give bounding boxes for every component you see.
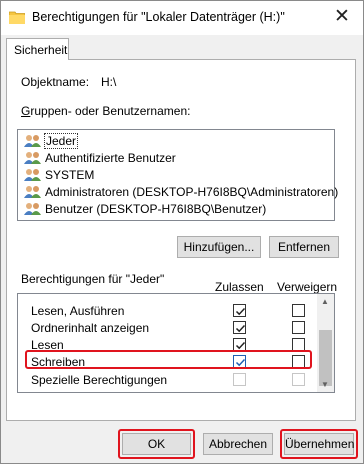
remove-button[interactable]: Entfernen bbox=[269, 236, 339, 258]
object-name-label: Objektname: bbox=[21, 75, 90, 89]
users-icon bbox=[24, 135, 41, 147]
scroll-up-icon[interactable]: ▲ bbox=[321, 297, 329, 306]
close-icon[interactable]: ✕ bbox=[331, 6, 353, 28]
groups-listbox[interactable]: Jeder Authentifizierte Benutzer SYSTEM A… bbox=[17, 129, 339, 221]
highlight-apply bbox=[280, 429, 358, 459]
permissions-dialog: Berechtigungen für "Lokaler Datenträger … bbox=[0, 0, 364, 464]
permission-row: Lesen, Ausführen bbox=[18, 302, 318, 320]
permissions-list: Lesen, Ausführen Ordnerinhalt anzeigen L… bbox=[17, 293, 335, 393]
permission-label: Spezielle Berechtigungen bbox=[31, 373, 168, 387]
list-item-label: Jeder bbox=[43, 133, 79, 149]
allow-checkbox[interactable] bbox=[233, 321, 246, 334]
users-icon bbox=[24, 186, 41, 198]
permission-label: Lesen, Ausführen bbox=[31, 304, 125, 318]
highlight-ok bbox=[118, 429, 195, 459]
users-icon bbox=[24, 169, 41, 181]
title-bar: Berechtigungen für "Lokaler Datenträger … bbox=[1, 1, 363, 35]
allow-checkbox[interactable] bbox=[233, 304, 246, 317]
permission-row: Ordnerinhalt anzeigen bbox=[18, 319, 318, 337]
users-icon bbox=[24, 152, 41, 164]
list-item-label: SYSTEM bbox=[45, 168, 95, 182]
list-item-label: Authentifizierte Benutzer bbox=[45, 151, 176, 165]
allow-column-header: Zulassen bbox=[215, 280, 264, 294]
tab-security-label: Sicherheit bbox=[14, 43, 68, 57]
tab-security[interactable]: Sicherheit bbox=[6, 38, 69, 60]
scrollbar[interactable]: ▲ ▼ bbox=[317, 294, 334, 392]
permission-label: Ordnerinhalt anzeigen bbox=[31, 321, 150, 335]
cancel-button[interactable]: Abbrechen bbox=[203, 433, 273, 455]
check-icon bbox=[235, 324, 246, 333]
window-title: Berechtigungen für "Lokaler Datenträger … bbox=[32, 10, 285, 24]
groups-label-rest: ruppen- oder Benutzernamen: bbox=[30, 104, 191, 118]
check-icon bbox=[235, 307, 246, 316]
deny-checkbox bbox=[292, 373, 305, 386]
permissions-label: Berechtigungen für "Jeder" bbox=[21, 272, 165, 286]
deny-checkbox[interactable] bbox=[292, 304, 305, 317]
deny-checkbox[interactable] bbox=[292, 321, 305, 334]
groups-label: Gruppen- oder Benutzernamen: bbox=[21, 104, 191, 118]
list-item-label: Administratoren (DESKTOP-H76I8BQ\Adminis… bbox=[45, 185, 339, 199]
users-icon bbox=[24, 203, 41, 215]
object-name-value: H:\ bbox=[101, 75, 117, 89]
drive-folder-icon bbox=[9, 11, 25, 24]
scroll-down-icon[interactable]: ▼ bbox=[321, 380, 329, 389]
deny-column-header: Verweigern bbox=[277, 280, 338, 294]
scroll-thumb[interactable] bbox=[319, 330, 332, 386]
permission-row: Spezielle Berechtigungen bbox=[18, 371, 318, 389]
add-button[interactable]: Hinzufügen... bbox=[177, 236, 261, 258]
list-item-label: Benutzer (DESKTOP-H76I8BQ\Benutzer) bbox=[45, 202, 267, 216]
highlight-write-row bbox=[25, 350, 312, 369]
allow-checkbox bbox=[233, 373, 246, 386]
